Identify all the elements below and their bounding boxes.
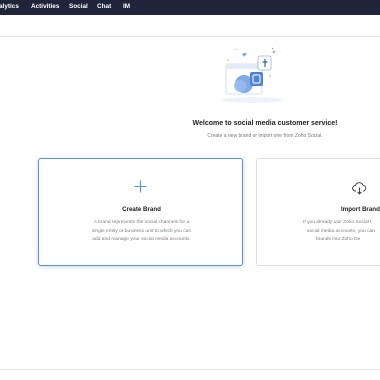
nav-item-im[interactable]: IM [123,3,130,10]
import-brand-desc-line: If you already use Zoho Social t [303,220,372,225]
import-brand-description: If you already use Zoho Social t social … [303,219,380,245]
social-illustration [220,46,284,108]
top-nav-bar: alytics Activities Social Chat IM [0,0,380,15]
welcome-subtitle: Create a new brand or import one from Zo… [207,133,323,139]
nav-item-chat[interactable]: Chat [97,3,111,10]
nav-item-activities[interactable]: Activities [31,3,59,10]
create-brand-desc-line: A brand represents the social channels f… [93,220,190,225]
import-brand-title: Import Brand [341,206,380,213]
import-brand-desc-line: brands into Zoho De [316,237,361,242]
create-brand-desc-line: single entity or business unit to which … [91,228,192,234]
create-brand-title: Create Brand [122,206,161,213]
nav-item-analytics[interactable]: alytics [0,3,19,10]
bottom-divider [0,369,380,370]
import-brand-card[interactable]: Import Brand If you already use Zoho Soc… [256,158,380,266]
create-brand-desc-line: add and manage your social media account… [92,237,191,242]
import-brand-desc-line: social media accounts, you can [307,228,375,234]
cloud-download-icon [352,182,367,200]
social-media-illustration-icon [222,47,282,103]
create-brand-card[interactable]: Create Brand A brand represents the soci… [38,158,243,266]
plus-icon [134,180,147,198]
nav-item-social[interactable]: Social [69,3,88,10]
sub-header-bar [0,15,380,37]
welcome-title: Welcome to social media customer service… [192,120,338,127]
create-brand-description: A brand represents the social channels f… [39,219,244,245]
